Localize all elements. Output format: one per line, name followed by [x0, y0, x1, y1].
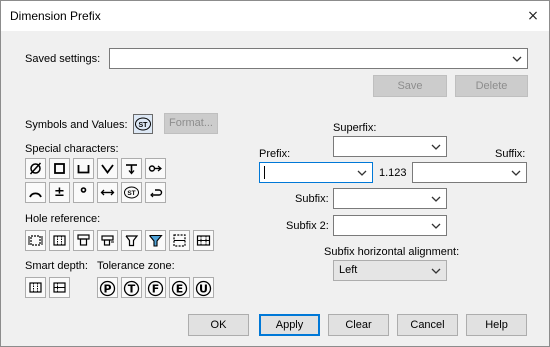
tolerance-t-letter: T	[128, 283, 136, 296]
smart-depth-2-icon[interactable]	[49, 277, 70, 298]
nominal-value: 1.123	[379, 167, 407, 179]
chevron-down-icon	[429, 139, 443, 154]
hole-ref-1-icon[interactable]	[25, 230, 46, 251]
apply-button[interactable]: Apply	[259, 314, 320, 336]
tolerance-p-letter: P	[103, 283, 111, 296]
hole-reference-label: Hole reference:	[25, 213, 101, 225]
counterbore-icon[interactable]	[73, 158, 94, 179]
superfix-dropdown[interactable]	[333, 136, 447, 157]
suffix-label: Suffix:	[495, 148, 526, 160]
subfix2-label: Subfix 2:	[286, 220, 329, 232]
special-characters-label: Special characters:	[25, 143, 119, 155]
tolerance-e-letter: E	[176, 283, 184, 296]
hole-ref-3-icon[interactable]	[73, 230, 94, 251]
st-symbol-button[interactable]: ST	[133, 114, 153, 134]
tolerance-zone-label: Tolerance zone:	[97, 260, 175, 272]
smart-depth-label: Smart depth:	[25, 260, 88, 272]
chevron-down-icon	[509, 165, 523, 180]
saved-settings-dropdown[interactable]	[109, 48, 528, 69]
hole-ref-6-icon[interactable]	[145, 230, 166, 251]
arc-origin-icon[interactable]	[145, 158, 166, 179]
smart-depth-1-icon[interactable]	[25, 277, 46, 298]
cancel-button[interactable]: Cancel	[397, 314, 458, 336]
st-icon[interactable]: ST	[121, 182, 142, 203]
hole-ref-5-icon[interactable]	[121, 230, 142, 251]
countersink-icon[interactable]	[97, 158, 118, 179]
arc-length-icon[interactable]	[25, 182, 46, 203]
degree-icon[interactable]	[73, 182, 94, 203]
st-symbol-text: ST	[139, 122, 149, 129]
chevron-down-icon	[429, 263, 443, 278]
alignment-label: Subfix horizontal alignment:	[324, 246, 460, 258]
prefix-dropdown[interactable]	[259, 162, 373, 183]
tolerance-f-letter: F	[152, 283, 160, 296]
tolerance-p-button[interactable]: P	[97, 277, 118, 298]
alignment-value: Left	[339, 264, 358, 276]
clear-button[interactable]: Clear	[328, 314, 389, 336]
plus-minus-icon[interactable]: ±	[49, 182, 70, 203]
hole-ref-4-icon[interactable]	[97, 230, 118, 251]
tolerance-u-letter: U	[199, 283, 208, 296]
return-icon[interactable]	[145, 182, 166, 203]
diameter-icon[interactable]	[25, 158, 46, 179]
depth-icon[interactable]	[121, 158, 142, 179]
help-button[interactable]: Help	[466, 314, 527, 336]
dimension-prefix-dialog: Dimension Prefix × Saved settings: Save …	[0, 0, 550, 347]
tolerance-u-button[interactable]: U	[193, 277, 214, 298]
tolerance-t-button[interactable]: T	[121, 277, 142, 298]
suffix-dropdown[interactable]	[412, 162, 527, 183]
hole-ref-8-icon[interactable]	[193, 230, 214, 251]
delete-button[interactable]: Delete	[455, 75, 528, 97]
symbols-values-label: Symbols and Values:	[25, 119, 128, 131]
svg-text:ST: ST	[127, 190, 135, 197]
format-button[interactable]: Format...	[164, 113, 218, 134]
saved-settings-label: Saved settings:	[25, 53, 101, 65]
hole-ref-7-icon[interactable]	[169, 230, 190, 251]
save-button[interactable]: Save	[373, 75, 447, 97]
tolerance-e-button[interactable]: E	[169, 277, 190, 298]
tolerance-f-button[interactable]: F	[145, 277, 166, 298]
title-bar: Dimension Prefix ×	[1, 1, 549, 31]
chevron-down-icon	[429, 191, 443, 206]
chevron-down-icon	[355, 165, 369, 180]
text-caret	[264, 166, 265, 179]
between-icon[interactable]	[97, 182, 118, 203]
chevron-down-icon	[429, 218, 443, 233]
chevron-down-icon	[510, 51, 524, 66]
dialog-title: Dimension Prefix	[10, 9, 101, 23]
alignment-dropdown[interactable]: Left	[333, 260, 447, 281]
ok-button[interactable]: OK	[188, 314, 249, 336]
subfix-dropdown[interactable]	[333, 188, 447, 209]
prefix-label: Prefix:	[259, 148, 291, 160]
subfix-label: Subfix:	[295, 193, 329, 205]
superfix-label: Superfix:	[333, 122, 377, 134]
hole-ref-2-icon[interactable]	[49, 230, 70, 251]
square-icon[interactable]	[49, 158, 70, 179]
subfix2-dropdown[interactable]	[333, 215, 447, 236]
close-icon[interactable]: ×	[525, 8, 541, 24]
